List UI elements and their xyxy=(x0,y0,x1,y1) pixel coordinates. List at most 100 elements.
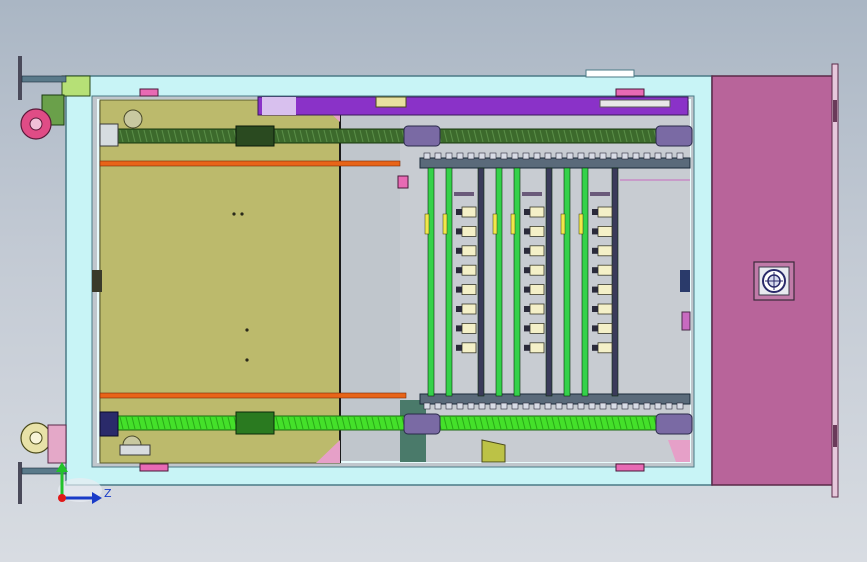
slot-clip xyxy=(592,325,598,332)
slot-card xyxy=(597,342,613,354)
vertical-rail xyxy=(513,167,521,397)
vertical-rail xyxy=(581,167,589,397)
rail-marker xyxy=(560,213,566,235)
caster-top-left xyxy=(18,56,67,140)
slot-card xyxy=(461,303,477,315)
top-carriage xyxy=(257,96,689,116)
slot-card xyxy=(461,322,477,334)
slot-card xyxy=(529,245,545,257)
rack-tooth xyxy=(478,152,486,160)
slot-clip xyxy=(524,267,530,274)
rack-tooth xyxy=(676,402,684,410)
slot-clip xyxy=(592,267,598,274)
rail-marker xyxy=(442,213,448,235)
slot-clip xyxy=(456,286,462,293)
rack-tooth xyxy=(500,152,508,160)
slot-card xyxy=(529,303,545,315)
slot-clip xyxy=(524,306,530,312)
rack-tooth xyxy=(654,402,662,410)
rack-tooth xyxy=(577,152,585,160)
vertical-rail xyxy=(445,167,453,397)
slot-card xyxy=(461,245,477,257)
rail-marker xyxy=(424,213,430,235)
rack-tooth xyxy=(522,402,530,410)
rack-tooth xyxy=(511,402,519,410)
vertical-rail xyxy=(563,167,571,397)
rack-tooth xyxy=(665,152,673,160)
slot-clip xyxy=(456,267,462,274)
rack-tooth xyxy=(555,152,563,160)
rack-tooth xyxy=(643,402,651,410)
cad-drawing-canvas: Z xyxy=(18,56,839,504)
slot-clip xyxy=(456,306,462,312)
slot-card xyxy=(597,303,613,315)
slot-clip xyxy=(592,209,598,215)
rack-tooth xyxy=(643,152,651,160)
olive-panel xyxy=(99,99,341,464)
slot-header xyxy=(522,192,542,196)
slot-clip xyxy=(592,286,598,293)
rack-tooth xyxy=(533,402,541,410)
slot-clip xyxy=(456,247,462,254)
slot-card xyxy=(461,225,477,237)
rack-tooth xyxy=(555,402,563,410)
slot-clip xyxy=(592,228,598,235)
rack-tooth xyxy=(478,402,486,410)
slot-card xyxy=(597,264,613,276)
vertical-rail xyxy=(545,167,553,397)
slot-card xyxy=(597,206,613,218)
rack-tooth xyxy=(533,152,541,160)
rack-tooth xyxy=(445,402,453,410)
rack-tooth xyxy=(665,402,673,410)
slot-clip xyxy=(524,325,530,332)
rail-marker xyxy=(492,213,498,235)
rack-tooth xyxy=(423,402,431,410)
slot-card xyxy=(529,264,545,276)
slot-card xyxy=(597,284,613,296)
slot-clip xyxy=(592,247,598,254)
slot-clip xyxy=(456,209,462,215)
rack-tooth xyxy=(632,402,640,410)
door-lock-icon xyxy=(753,261,795,301)
slot-header xyxy=(454,192,474,196)
rack-tooth xyxy=(610,402,618,410)
vertical-rail xyxy=(477,167,485,397)
slot-header xyxy=(590,192,610,196)
rack-tooth xyxy=(445,152,453,160)
slot-clip xyxy=(456,228,462,235)
rack-tooth xyxy=(566,152,574,160)
rack-tooth xyxy=(489,402,497,410)
slot-clip xyxy=(456,344,462,351)
slot-clip xyxy=(524,209,530,215)
rack-tooth xyxy=(566,402,574,410)
rack-tooth xyxy=(621,152,629,160)
axis-z-label: Z xyxy=(104,487,112,500)
slot-card xyxy=(529,322,545,334)
slot-clip xyxy=(524,286,530,293)
slot-card xyxy=(461,284,477,296)
rack-tooth xyxy=(467,152,475,160)
rack-tooth xyxy=(577,402,585,410)
rail-marker xyxy=(578,213,584,235)
rack-tooth xyxy=(522,152,530,160)
rack-tooth xyxy=(500,402,508,410)
rack-tooth xyxy=(599,152,607,160)
rack-tooth xyxy=(467,402,475,410)
rack-tooth xyxy=(456,152,464,160)
rack-tooth xyxy=(676,152,684,160)
rack-tooth xyxy=(632,152,640,160)
rack-tooth xyxy=(489,152,497,160)
rack-tooth xyxy=(610,152,618,160)
slot-clip xyxy=(524,344,530,351)
vertical-rail xyxy=(611,167,619,397)
rack-tooth xyxy=(544,152,552,160)
rack-tooth xyxy=(456,402,464,410)
slot-card xyxy=(461,342,477,354)
slot-card xyxy=(529,284,545,296)
guide-rod-bottom xyxy=(99,392,407,399)
rack-tooth xyxy=(588,152,596,160)
slot-clip xyxy=(592,344,598,351)
slot-card xyxy=(529,206,545,218)
slot-card xyxy=(529,225,545,237)
rack-tooth xyxy=(588,402,596,410)
